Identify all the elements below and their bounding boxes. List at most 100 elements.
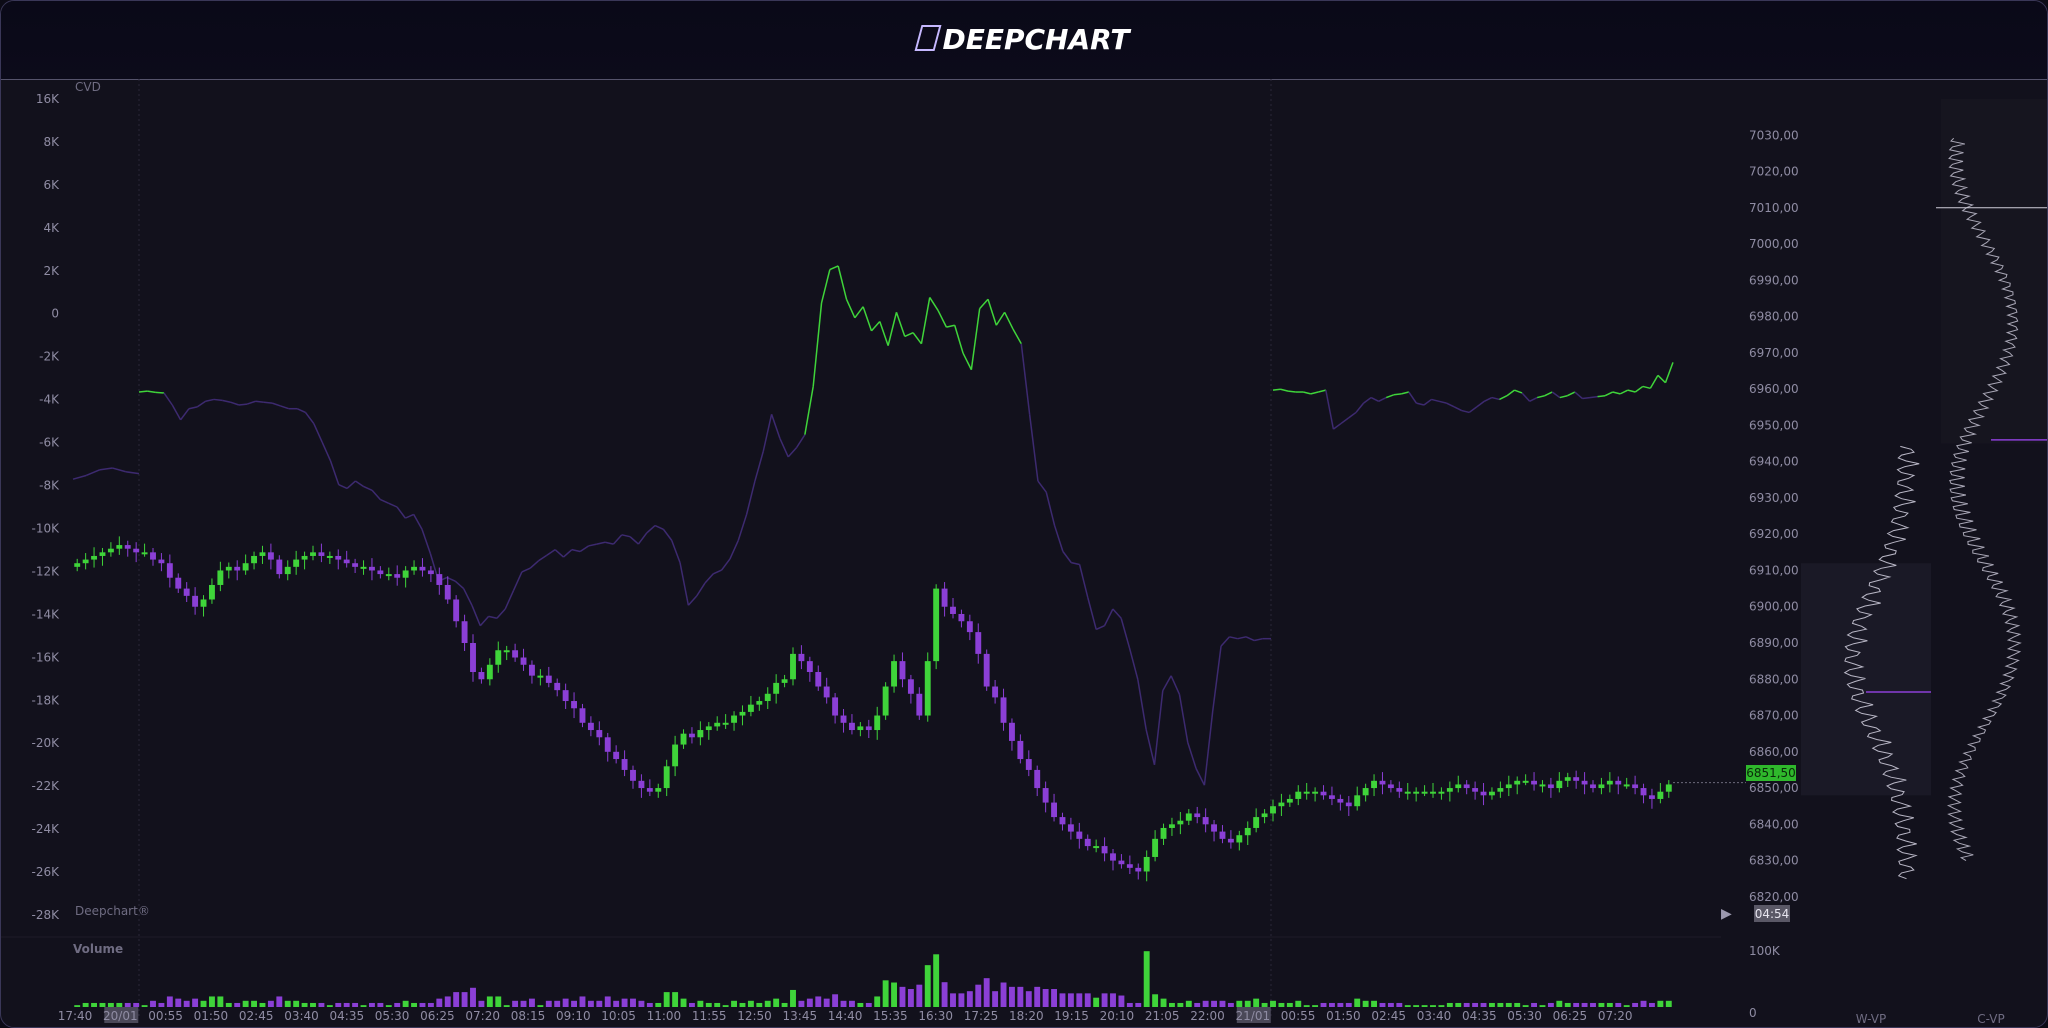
candle-body	[613, 751, 620, 760]
volume-bar	[1573, 1002, 1580, 1007]
volume-bar	[427, 1002, 434, 1007]
volume-bar	[1632, 1002, 1639, 1007]
volume-bar	[621, 998, 628, 1007]
wvp-label[interactable]: W-VP	[1856, 1012, 1886, 1026]
volume-bar	[175, 998, 182, 1007]
cvd-segment	[512, 571, 523, 591]
volume-bar	[891, 982, 897, 1007]
time-tick-label: 02:45	[239, 1009, 274, 1023]
candle-body	[1084, 838, 1091, 847]
candle-body	[672, 744, 679, 767]
cvd-segment	[546, 549, 556, 556]
cvd-segment	[271, 402, 281, 407]
volume-bar	[1261, 1002, 1268, 1007]
candle-body	[1270, 806, 1276, 814]
app-header: DEEPCHART	[1, 1, 2047, 80]
cvd-tick-label: 8K	[43, 135, 60, 149]
volume-bar	[234, 1002, 241, 1007]
volume-bar	[983, 978, 990, 1007]
cvd-segment	[321, 441, 332, 461]
cvd-segment	[596, 541, 606, 545]
volume-bar	[924, 965, 931, 1007]
volume-bar	[242, 1000, 249, 1007]
candle-body	[192, 595, 199, 607]
cvd-segment	[454, 580, 465, 590]
logo-mark-icon	[914, 25, 942, 51]
candle-body	[1379, 780, 1386, 785]
candle-body	[1329, 795, 1335, 799]
cvd-tick-label: -14K	[32, 607, 61, 621]
candle-body	[74, 563, 81, 567]
volume-bar	[1076, 993, 1083, 1007]
time-tick-label: 14:40	[828, 1009, 863, 1023]
volume-bar	[1505, 1002, 1512, 1007]
cvd-segment	[171, 404, 182, 421]
candle-body	[234, 566, 241, 571]
cvd-segment	[1245, 636, 1255, 642]
cvp-label[interactable]: C-VP	[1977, 1012, 2004, 1026]
candle-body	[520, 657, 527, 665]
candle-body	[1194, 813, 1201, 818]
cvd-tick-label: -28K	[32, 908, 61, 922]
cvd-segment	[188, 406, 198, 410]
price-candles	[74, 536, 1672, 882]
volume-bar	[1472, 1002, 1479, 1007]
candle-body	[470, 643, 476, 673]
volume-bar	[520, 1000, 527, 1007]
cvd-segment	[1053, 525, 1064, 552]
cvd-segment	[1195, 768, 1206, 786]
volume-bar	[1387, 1002, 1394, 1007]
cvd-segment	[354, 480, 365, 488]
cvd-segment	[588, 543, 597, 547]
cvd-segment	[1145, 729, 1156, 765]
candle-body	[293, 559, 300, 567]
cvd-segment	[879, 321, 889, 346]
volume-bar	[1480, 1002, 1487, 1007]
candle-body	[1320, 791, 1327, 796]
cvd-segment	[1187, 742, 1197, 769]
volume-bar	[1396, 1002, 1403, 1007]
cvd-segment	[1385, 394, 1395, 399]
candle-body	[891, 661, 897, 687]
cvd-segment	[1416, 402, 1425, 406]
cvd-segment	[471, 605, 481, 626]
candle-body	[739, 711, 746, 716]
play-icon[interactable]: ▶	[1721, 906, 1732, 922]
time-tick-label: 11:55	[692, 1009, 727, 1023]
volume-bar	[655, 1002, 662, 1007]
cvd-segment	[280, 405, 290, 410]
time-tick-label: 21/01	[1236, 1009, 1271, 1023]
cvd-segment	[529, 560, 540, 569]
cvd-segment	[222, 399, 231, 403]
candle-body	[1236, 835, 1243, 843]
volume-bar	[747, 1000, 754, 1007]
volume-bar	[1177, 1002, 1184, 1007]
candle-body	[478, 672, 485, 680]
cvd-segment	[479, 615, 490, 627]
candle-body	[419, 566, 426, 571]
cvd-label: CVD	[75, 80, 101, 94]
cvd-segment	[920, 297, 931, 344]
volume-bar	[1025, 991, 1032, 1007]
cvd-tick-label: 16K	[36, 92, 60, 106]
time-tick-label: 16:30	[918, 1009, 953, 1023]
cvd-segment	[147, 390, 156, 394]
price-tick-label: 6860,00	[1749, 745, 1799, 759]
chart-area[interactable]: 16K 8K 6K 4K 2K 0 -2K -4K -6K -8K -10K -12K -14K -16K…	[1, 79, 2047, 1027]
candle-body	[1362, 788, 1369, 796]
volume-bar	[857, 1002, 864, 1007]
volume-bar	[1312, 1005, 1319, 1007]
cvd-segment	[1612, 391, 1621, 395]
volume-bar	[1371, 1000, 1377, 1007]
cvd-segment	[1237, 636, 1247, 640]
volume-bar	[646, 1002, 653, 1007]
candle-body	[1665, 784, 1672, 792]
value-area	[1941, 99, 2047, 444]
candle-body	[1067, 824, 1074, 832]
candle-body	[251, 555, 257, 564]
volume-bar	[1143, 951, 1150, 1007]
candle-body	[680, 733, 687, 745]
cvd-segment	[1137, 679, 1147, 730]
candle-body	[1202, 817, 1209, 825]
time-tick-label: 21:05	[1145, 1009, 1180, 1023]
